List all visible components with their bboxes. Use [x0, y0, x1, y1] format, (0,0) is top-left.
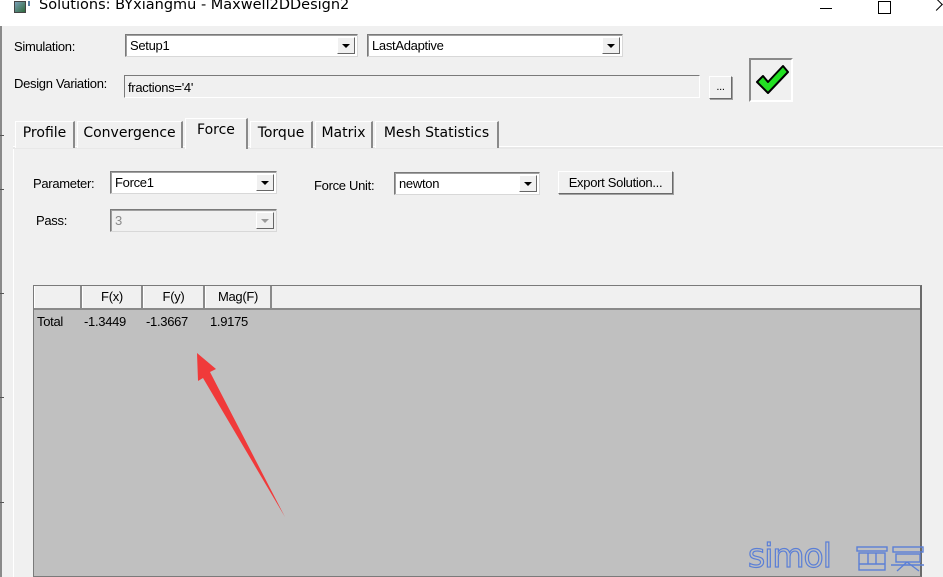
watermark-logo-icon: [856, 546, 924, 572]
simulation-setup-value: Setup1: [130, 38, 170, 53]
chevron-down-icon[interactable]: [519, 175, 537, 192]
tab-profile[interactable]: Profile: [15, 121, 75, 148]
column-header-mag[interactable]: Mag(F): [205, 286, 272, 308]
minimize-icon[interactable]: [810, 0, 840, 18]
window-title: Solutions: BYxiangmu - Maxwell2DDesign2: [39, 0, 350, 13]
close-icon[interactable]: [930, 0, 943, 18]
chevron-down-icon[interactable]: [602, 37, 620, 54]
edge-tick: [0, 397, 4, 398]
pass-value: 3: [115, 213, 122, 228]
edge-tick: [0, 135, 4, 136]
tab-force[interactable]: Force: [185, 118, 248, 149]
simulation-setup-dropdown[interactable]: Setup1: [125, 34, 358, 57]
tab-convergence[interactable]: Convergence: [77, 121, 183, 148]
browse-variation-button[interactable]: ...: [709, 76, 732, 99]
column-header-blank: [34, 286, 82, 308]
table-header: F(x) F(y) Mag(F): [34, 286, 920, 310]
force-unit-value: newton: [399, 176, 440, 191]
parameter-label: Parameter:: [33, 176, 95, 191]
cell-fy: -1.3667: [146, 314, 188, 329]
title-bar: Solutions: BYxiangmu - Maxwell2DDesign2: [0, 0, 943, 26]
watermark-text: simol: [747, 535, 832, 575]
cell-mag: 1.9175: [210, 314, 248, 329]
force-unit-dropdown[interactable]: newton: [394, 172, 540, 195]
parameter-dropdown[interactable]: Force1: [110, 171, 277, 194]
green-check-icon: [756, 65, 789, 94]
solution-status-button[interactable]: [749, 58, 793, 102]
maximize-icon[interactable]: [870, 0, 900, 18]
parameter-value: Force1: [115, 175, 154, 190]
tab-torque[interactable]: Torque: [250, 121, 313, 148]
pass-label: Pass:: [36, 213, 68, 228]
cell-fx: -1.3449: [84, 314, 126, 329]
column-header-fx[interactable]: F(x): [82, 286, 143, 308]
design-variation-label: Design Variation:: [14, 76, 107, 91]
edge-tick: [0, 189, 4, 190]
results-table: F(x) F(y) Mag(F) Total -1.3449 -1.3667 1…: [33, 285, 922, 577]
row-label: Total: [37, 314, 63, 329]
tab-mesh-statistics[interactable]: Mesh Statistics: [375, 121, 499, 148]
edge-tick: [0, 293, 4, 294]
chevron-down-icon[interactable]: [337, 37, 355, 54]
chevron-down-icon: [256, 212, 274, 229]
solution-type-value: LastAdaptive: [372, 38, 444, 53]
design-variation-field[interactable]: fractions='4': [124, 75, 700, 98]
solution-type-dropdown[interactable]: LastAdaptive: [367, 34, 623, 57]
pass-dropdown: 3: [110, 209, 277, 232]
column-header-fy[interactable]: F(y): [143, 286, 205, 308]
simulation-label: Simulation:: [14, 39, 76, 54]
force-unit-label: Force Unit:: [314, 178, 375, 193]
window-left-edge: [0, 0, 2, 577]
tab-matrix[interactable]: Matrix: [315, 121, 373, 148]
design-variation-value: fractions='4': [128, 80, 194, 95]
app-icon: [14, 1, 32, 13]
export-solution-button[interactable]: Export Solution...: [558, 171, 673, 194]
chevron-down-icon[interactable]: [256, 174, 274, 191]
edge-tick: [0, 502, 4, 503]
